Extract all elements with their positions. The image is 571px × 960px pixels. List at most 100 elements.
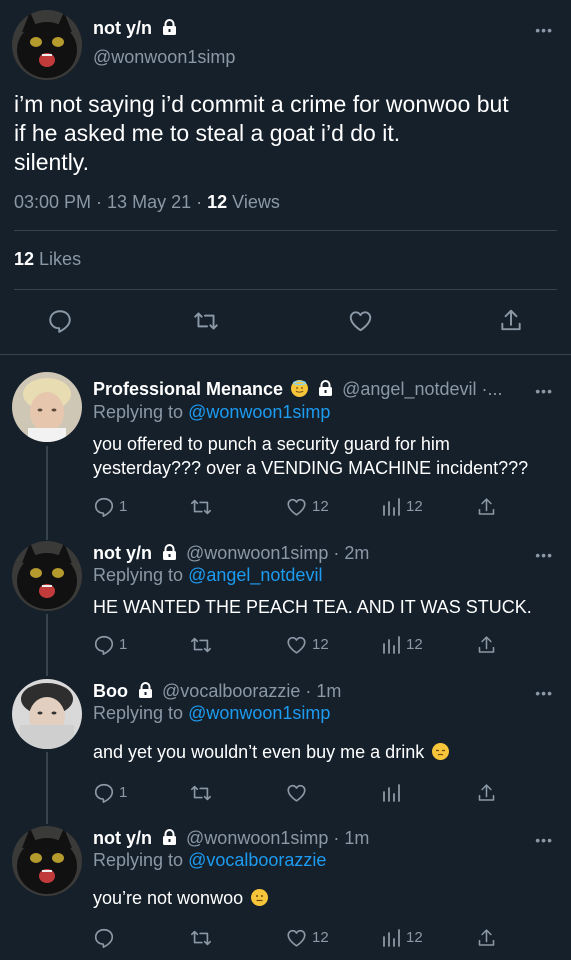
lock-icon — [162, 829, 177, 845]
handle[interactable]: @wonwoon1simp · 1m — [186, 828, 369, 848]
mention-link[interactable]: @angel_notdevil — [188, 565, 322, 585]
replying-prefix: Replying to — [93, 850, 184, 870]
more-icon[interactable]: ••• — [535, 685, 553, 701]
view-count: 12 — [406, 498, 423, 515]
like-count: 12 — [312, 498, 329, 515]
views-icon[interactable] — [381, 928, 401, 948]
likes-count: 12 — [14, 249, 35, 269]
display-name[interactable]: not y/n — [93, 828, 152, 848]
view-count: 12 — [406, 636, 423, 653]
avatar[interactable] — [12, 372, 82, 442]
share-icon[interactable] — [476, 496, 497, 518]
display-name[interactable]: Boo — [93, 681, 128, 701]
replying-prefix: Replying to — [93, 402, 184, 422]
separator: · — [91, 192, 108, 212]
mention-link[interactable]: @wonwoon1simp — [188, 402, 330, 422]
avatar[interactable] — [12, 541, 82, 611]
mention-link[interactable]: @wonwoon1simp — [188, 703, 330, 723]
mention-link[interactable]: @vocalboorazzie — [188, 850, 326, 870]
reply-text-line: HE WANTED THE PEACH TEA. AND IT WAS STUC… — [93, 597, 532, 617]
reply-text-line: and yet you wouldn’t even buy me a drink — [93, 742, 425, 762]
replying-to: Replying to @wonwoon1simp — [93, 402, 330, 423]
avatar[interactable] — [12, 679, 82, 749]
thread-line — [46, 446, 48, 540]
reply-text: you’re not wonwoo — [93, 886, 553, 910]
reply-text: and yet you wouldn’t even buy me a drink — [93, 740, 553, 764]
display-name[interactable]: not y/n — [93, 18, 152, 38]
display-name[interactable]: not y/n — [93, 543, 152, 563]
emoji-icon — [432, 743, 450, 760]
handle[interactable]: @wonwoon1simp · 2m — [186, 543, 369, 563]
view-count: 12 — [406, 929, 423, 946]
heart-icon[interactable] — [285, 927, 308, 949]
share-icon[interactable] — [476, 782, 497, 804]
reply-count: 1 — [119, 498, 128, 515]
reply-icon[interactable] — [93, 927, 115, 949]
views-icon[interactable] — [381, 783, 401, 803]
more-icon[interactable]: ••• — [535, 832, 553, 848]
replying-to: Replying to @angel_notdevil — [93, 565, 322, 586]
heart-icon[interactable] — [285, 496, 308, 518]
views-icon[interactable] — [381, 497, 401, 517]
thread-line — [46, 614, 48, 676]
lock-icon — [162, 19, 177, 35]
tweet-text-line: silently. — [14, 149, 89, 175]
reply-text: HE WANTED THE PEACH TEA. AND IT WAS STUC… — [93, 595, 553, 619]
heart-icon[interactable] — [285, 634, 308, 656]
tweet-text-line: if he asked me to steal a goat i’d do it… — [14, 120, 401, 146]
retweet-icon[interactable] — [189, 927, 213, 949]
avatar[interactable] — [12, 10, 82, 80]
tweet-date[interactable]: 13 May 21 — [107, 192, 191, 212]
reply-text-line: yesterday??? over a VENDING MACHINE inci… — [93, 458, 529, 478]
reply-count: 1 — [119, 636, 128, 653]
divider — [14, 289, 557, 290]
heart-icon[interactable] — [347, 308, 374, 334]
likes-label: Likes — [39, 249, 82, 269]
more-icon[interactable]: ••• — [535, 22, 553, 38]
like-count: 12 — [312, 636, 329, 653]
views-count: 12 — [207, 192, 228, 212]
handle[interactable]: @vocalboorazzie · 1m — [162, 681, 341, 701]
lock-icon — [138, 682, 153, 698]
avatar[interactable] — [12, 826, 82, 896]
handle[interactable]: @wonwoon1simp — [93, 47, 235, 68]
retweet-icon[interactable] — [189, 782, 213, 804]
more-icon[interactable]: ••• — [535, 547, 553, 563]
retweet-icon[interactable] — [189, 496, 213, 518]
reply-icon[interactable] — [47, 308, 73, 334]
retweet-icon[interactable] — [189, 634, 213, 656]
separator: · — [191, 192, 208, 212]
replying-to: Replying to @wonwoon1simp — [93, 703, 330, 724]
reply-count: 1 — [119, 784, 128, 801]
emoji-icon — [251, 889, 269, 906]
views-icon[interactable] — [381, 635, 401, 655]
replying-prefix: Replying to — [93, 703, 184, 723]
tweet-time[interactable]: 03:00 PM — [14, 192, 91, 212]
reply-text-line: you’re not wonwoo — [93, 888, 244, 908]
emoji-icon — [291, 380, 309, 397]
reply-icon[interactable] — [93, 496, 115, 518]
share-icon[interactable] — [498, 307, 524, 334]
reply-icon[interactable] — [93, 634, 115, 656]
reply-icon[interactable] — [93, 782, 115, 804]
reply-text: you offered to punch a security guard fo… — [93, 432, 553, 480]
replying-to: Replying to @vocalboorazzie — [93, 850, 326, 871]
views-label: Views — [232, 192, 280, 212]
reply-text-line: you offered to punch a security guard fo… — [93, 434, 450, 454]
share-icon[interactable] — [476, 634, 497, 656]
likes-stat[interactable]: 12 Likes — [14, 249, 81, 270]
handle[interactable]: @angel_notdevil ·... — [342, 379, 502, 399]
share-icon[interactable] — [476, 927, 497, 949]
display-name[interactable]: Professional Menance — [93, 379, 283, 399]
tweet-text-line: i’m not saying i’d commit a crime for wo… — [14, 91, 509, 117]
thread-line — [46, 752, 48, 824]
more-icon[interactable]: ••• — [535, 383, 553, 399]
like-count: 12 — [312, 929, 329, 946]
heart-icon[interactable] — [285, 782, 308, 804]
divider — [14, 230, 557, 231]
tweet-meta: 03:00 PM · 13 May 21 · 12 Views — [14, 192, 280, 213]
retweet-icon[interactable] — [192, 308, 220, 334]
divider — [0, 354, 571, 355]
lock-icon — [318, 380, 333, 396]
lock-icon — [162, 544, 177, 560]
